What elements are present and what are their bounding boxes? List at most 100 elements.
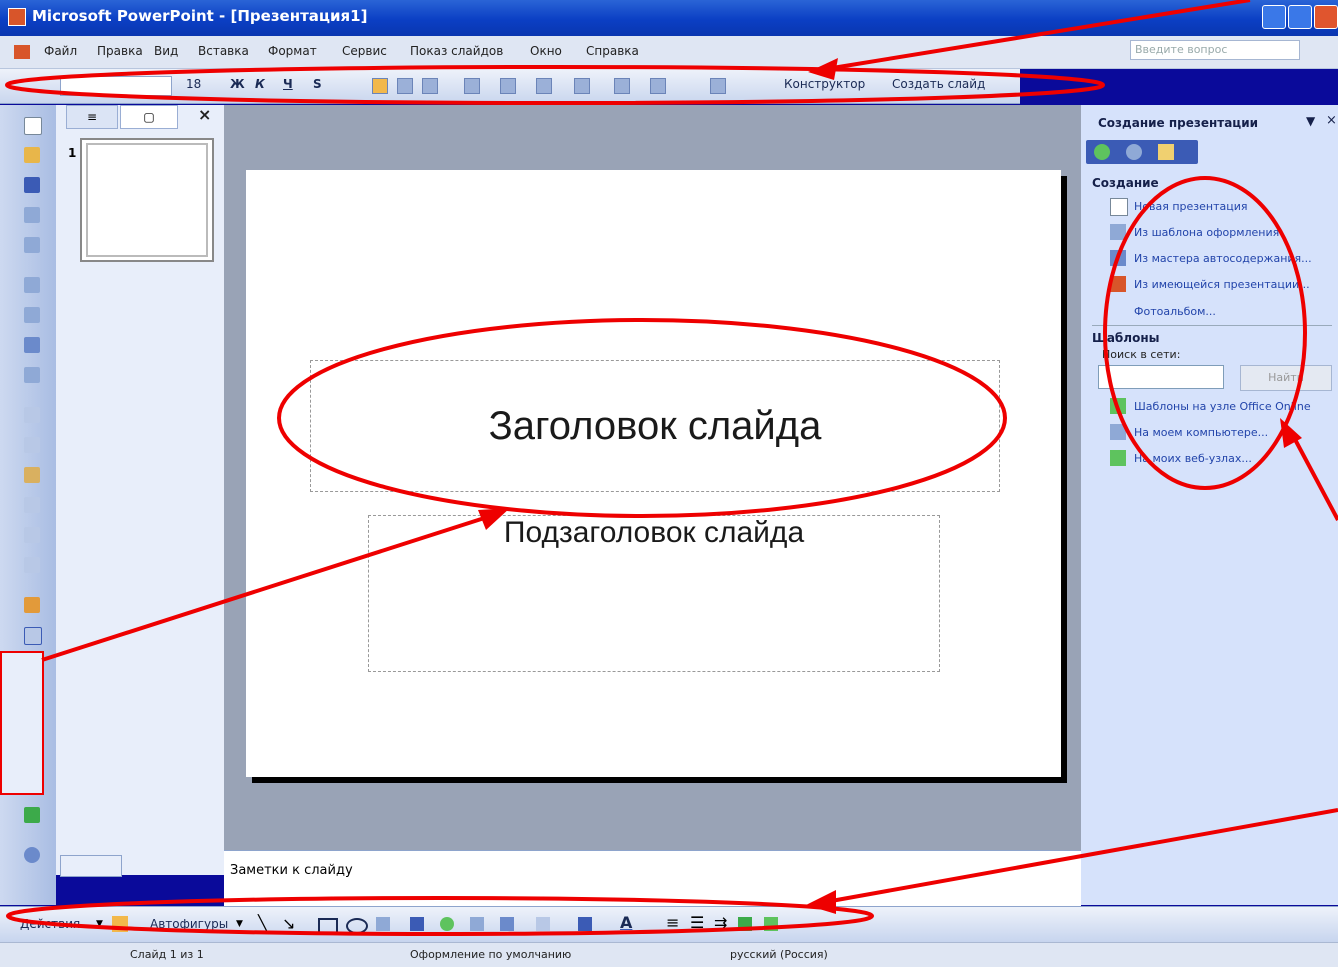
increase-indent-icon[interactable]: [650, 78, 666, 94]
wordart-icon[interactable]: [410, 917, 424, 931]
print-icon[interactable]: [24, 277, 40, 293]
menu-slideshow[interactable]: Показ слайдов: [410, 44, 503, 58]
menu-edit[interactable]: Правка: [97, 44, 143, 58]
template-search-input[interactable]: [1098, 365, 1224, 389]
line-icon[interactable]: ╲: [258, 914, 268, 933]
shadow-style-icon[interactable]: [738, 917, 752, 931]
numbering-icon[interactable]: [464, 78, 480, 94]
undo-icon[interactable]: [24, 527, 40, 543]
view-buttons[interactable]: [60, 855, 122, 877]
diagram-icon[interactable]: [440, 917, 454, 931]
arrow-style-icon[interactable]: ⇉: [714, 913, 727, 932]
task-pane-nav: [1086, 140, 1198, 164]
slide-title-placeholder[interactable]: Заголовок слайда: [310, 360, 1000, 492]
font-size-select[interactable]: 18: [186, 77, 201, 91]
arrow-icon[interactable]: ↘: [282, 914, 295, 933]
new-slide-button[interactable]: Создать слайд: [892, 77, 985, 91]
forward-icon[interactable]: [1126, 144, 1142, 160]
notes-pane[interactable]: Заметки к слайду: [224, 850, 1081, 908]
menu-insert[interactable]: Вставка: [198, 44, 249, 58]
color-grayscale-icon[interactable]: [24, 807, 40, 823]
search-online-label: Поиск в сети:: [1102, 348, 1181, 361]
new-document-icon[interactable]: [24, 117, 42, 135]
shadow-button[interactable]: S: [313, 77, 322, 91]
paste-icon[interactable]: [24, 467, 40, 483]
link-autocontent-wizard[interactable]: Из мастера автосодержания...: [1134, 252, 1312, 265]
copy-icon[interactable]: [24, 437, 40, 453]
bold-button[interactable]: Ж: [230, 77, 245, 91]
link-new-presentation[interactable]: Новая презентация: [1134, 200, 1248, 213]
link-photo-album[interactable]: Фотоальбом...: [1134, 305, 1216, 318]
textbox-icon[interactable]: [376, 917, 390, 931]
line-color-icon[interactable]: [578, 917, 592, 931]
font-color-icon[interactable]: [710, 78, 726, 94]
save-icon[interactable]: [24, 177, 40, 193]
align-left-icon[interactable]: [372, 78, 388, 94]
link-from-design-template[interactable]: Из шаблона оформления: [1134, 226, 1279, 239]
research-icon[interactable]: [24, 367, 40, 383]
decrease-font-icon[interactable]: [574, 78, 590, 94]
redo-icon[interactable]: [24, 557, 40, 573]
clipart-icon[interactable]: [470, 917, 484, 931]
menu-window[interactable]: Окно: [530, 44, 562, 58]
tab-outline[interactable]: ≡: [66, 105, 118, 129]
cut-icon[interactable]: [24, 407, 40, 423]
section-create-heading: Создание: [1092, 176, 1159, 190]
help-search-input[interactable]: Введите вопрос: [1130, 40, 1300, 60]
link-on-my-computer[interactable]: На моем компьютере...: [1134, 426, 1268, 439]
menu-format[interactable]: Формат: [268, 44, 317, 58]
find-button[interactable]: Найти: [1240, 365, 1332, 391]
menu-view[interactable]: Вид: [154, 44, 178, 58]
formatting-toolbar: 18 Ж К Ч S Конструктор Создать слайд: [0, 69, 1020, 104]
select-pointer-icon[interactable]: [112, 916, 128, 932]
line-style-icon[interactable]: ≡: [666, 913, 679, 932]
format-painter-icon[interactable]: [24, 497, 40, 513]
font-color-icon[interactable]: A: [620, 913, 632, 932]
insert-table-icon[interactable]: [24, 627, 42, 645]
drawing-toolbar: Действия ▼ Автофигуры ▼ ╲ ↘ A ≡ ☰ ⇉: [0, 906, 1338, 943]
align-right-icon[interactable]: [422, 78, 438, 94]
permission-icon[interactable]: [24, 207, 40, 223]
dash-style-icon[interactable]: ☰: [690, 913, 704, 932]
close-icon[interactable]: [1314, 5, 1338, 29]
increase-font-icon[interactable]: [536, 78, 552, 94]
slides-icon: ▢: [143, 110, 155, 124]
font-name-select[interactable]: [60, 76, 172, 96]
link-on-my-web-sites[interactable]: На моих веб-узлах...: [1134, 452, 1252, 465]
menu-tools[interactable]: Сервис: [342, 44, 387, 58]
home-icon[interactable]: [1158, 144, 1174, 160]
email-icon[interactable]: [24, 237, 40, 253]
open-folder-icon[interactable]: [24, 147, 40, 163]
menu-file[interactable]: Файл: [44, 44, 77, 58]
fill-color-icon[interactable]: [536, 917, 550, 931]
powerpoint-icon[interactable]: [8, 8, 26, 26]
3d-style-icon[interactable]: [764, 917, 778, 931]
help-icon[interactable]: [24, 847, 40, 863]
minimize-icon[interactable]: [1262, 5, 1286, 29]
italic-button[interactable]: К: [255, 77, 265, 91]
rectangle-icon[interactable]: [318, 918, 338, 934]
spelling-icon[interactable]: [24, 337, 40, 353]
designer-button[interactable]: Конструктор: [784, 77, 865, 91]
picture-icon[interactable]: [500, 917, 514, 931]
insert-chart-icon[interactable]: [24, 597, 40, 613]
decrease-indent-icon[interactable]: [614, 78, 630, 94]
restore-icon[interactable]: [1288, 5, 1312, 29]
print-preview-icon[interactable]: [24, 307, 40, 323]
link-office-online-templates[interactable]: Шаблоны на узле Office Online: [1134, 400, 1311, 413]
bullets-icon[interactable]: [500, 78, 516, 94]
back-icon[interactable]: [1094, 144, 1110, 160]
oval-icon[interactable]: [346, 918, 368, 934]
underline-button[interactable]: Ч: [283, 77, 293, 91]
pane-close-button[interactable]: ×: [198, 105, 211, 124]
actions-menu[interactable]: Действия: [20, 917, 80, 931]
tab-slides[interactable]: ▢: [120, 105, 178, 129]
autoshapes-menu[interactable]: Автофигуры: [150, 917, 228, 931]
chevron-down-icon[interactable]: ▼: [1306, 114, 1315, 128]
slide-subtitle-placeholder[interactable]: Подзаголовок слайда: [368, 515, 940, 672]
menu-help[interactable]: Справка: [586, 44, 639, 58]
section-templates-heading: Шаблоны: [1092, 331, 1160, 345]
align-center-icon[interactable]: [397, 78, 413, 94]
link-from-existing[interactable]: Из имеющейся презентации...: [1134, 278, 1310, 291]
close-pane-icon[interactable]: ×: [1326, 113, 1337, 128]
